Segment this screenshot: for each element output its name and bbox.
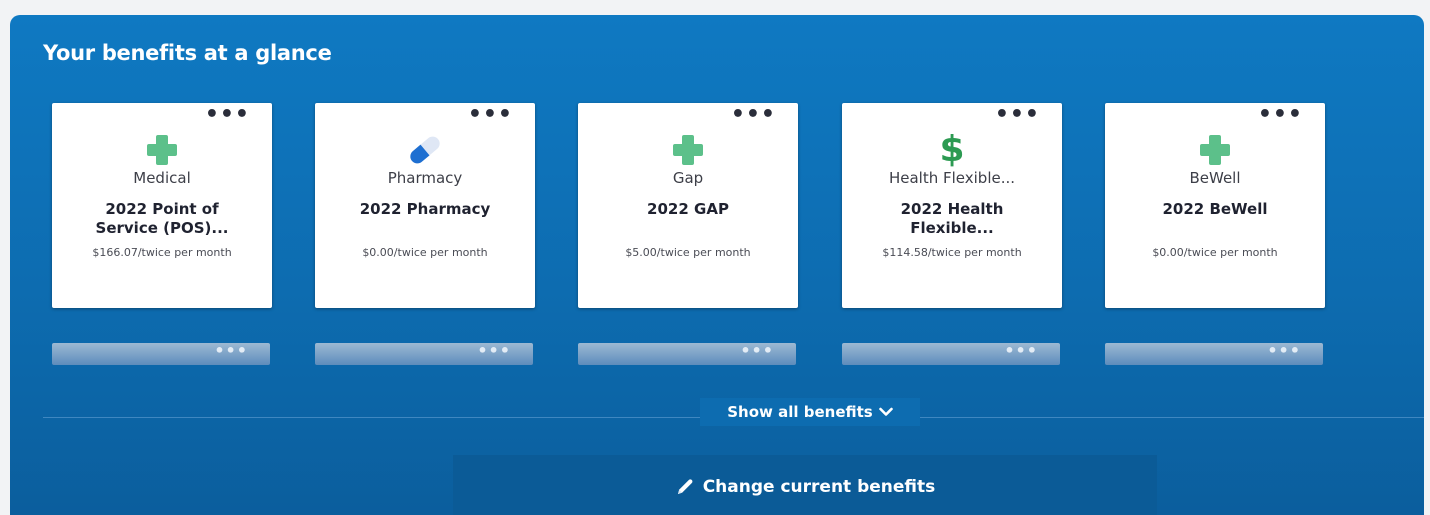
card-plan-name: 2022 BeWell	[1115, 200, 1315, 219]
benefit-card-faded[interactable]: •••	[52, 341, 270, 365]
card-plan-name: 2022 Point of Service (POS)...	[62, 200, 262, 238]
benefits-panel: Your benefits at a glance ••• Medical 20…	[10, 15, 1424, 515]
plan-line-2: Flexible...	[910, 219, 994, 237]
change-current-benefits-button[interactable]: Change current benefits	[453, 477, 1157, 497]
card-plan-name: 2022 GAP	[588, 200, 788, 219]
card-plan-name: 2022 Pharmacy	[325, 200, 525, 219]
card-cost: $5.00/twice per month	[625, 246, 751, 259]
more-options-icon[interactable]: •••	[1258, 104, 1303, 126]
more-options-icon[interactable]: •••	[1004, 341, 1038, 360]
benefit-card-health-flexible[interactable]: ••• $ Health Flexible... 2022 Health Fle…	[842, 103, 1062, 308]
benefit-card-faded[interactable]: •••	[1105, 341, 1323, 365]
show-all-label: Show all benefits	[727, 403, 873, 421]
card-category: Medical	[133, 169, 191, 187]
benefit-card-faded[interactable]: •••	[315, 341, 533, 365]
plan-line-1: 2022 BeWell	[1162, 200, 1268, 218]
card-category: BeWell	[1189, 169, 1241, 187]
more-options-icon[interactable]: •••	[995, 104, 1040, 126]
plan-line-1: 2022 Health	[900, 200, 1004, 218]
benefit-card-bewell[interactable]: ••• BeWell 2022 BeWell $0.00/twice per m…	[1105, 103, 1325, 308]
plan-line-2: Service (POS)...	[95, 219, 229, 237]
plus-cross-icon	[1200, 135, 1230, 165]
more-options-icon[interactable]: •••	[1267, 341, 1301, 360]
card-cost: $0.00/twice per month	[362, 246, 488, 259]
chevron-down-icon	[878, 407, 893, 416]
card-cost: $114.58/twice per month	[882, 246, 1022, 259]
change-current-benefits-label: Change current benefits	[702, 477, 936, 497]
benefit-card-faded[interactable]: •••	[842, 341, 1060, 365]
more-options-icon[interactable]: •••	[214, 341, 248, 360]
card-cost: $0.00/twice per month	[1152, 246, 1278, 259]
more-options-icon[interactable]: •••	[205, 104, 250, 126]
plan-line-1: 2022 GAP	[647, 200, 729, 218]
card-category: Health Flexible...	[888, 169, 1016, 187]
plus-cross-icon	[147, 135, 177, 165]
change-benefits-bar: Change current benefits	[453, 455, 1157, 515]
card-cost: $166.07/twice per month	[92, 246, 232, 259]
more-options-icon[interactable]: •••	[477, 341, 511, 360]
panel-title: Your benefits at a glance	[43, 41, 332, 65]
plan-line-1: 2022 Pharmacy	[359, 200, 491, 218]
show-all-benefits-button[interactable]: Show all benefits	[700, 398, 920, 426]
more-options-icon[interactable]: •••	[468, 104, 513, 126]
more-options-icon[interactable]: •••	[731, 104, 776, 126]
plan-line-1: 2022 Point of	[105, 200, 219, 218]
benefit-card-pharmacy[interactable]: ••• Pharmacy 2022 Pharmacy $0.00/twice p…	[315, 103, 535, 308]
pill-capsule-icon	[410, 136, 440, 164]
card-plan-name: 2022 Health Flexible...	[852, 200, 1052, 238]
dollar-sign-icon: $	[939, 129, 965, 170]
pencil-icon	[677, 479, 693, 494]
benefit-card-gap[interactable]: ••• Gap 2022 GAP $5.00/twice per month	[578, 103, 798, 308]
plus-cross-icon	[673, 135, 703, 165]
benefit-card-faded[interactable]: •••	[578, 341, 796, 365]
card-category: Pharmacy	[387, 169, 463, 187]
more-options-icon[interactable]: •••	[740, 341, 774, 360]
card-category: Gap	[672, 169, 704, 187]
benefit-card-medical[interactable]: ••• Medical 2022 Point of Service (POS).…	[52, 103, 272, 308]
